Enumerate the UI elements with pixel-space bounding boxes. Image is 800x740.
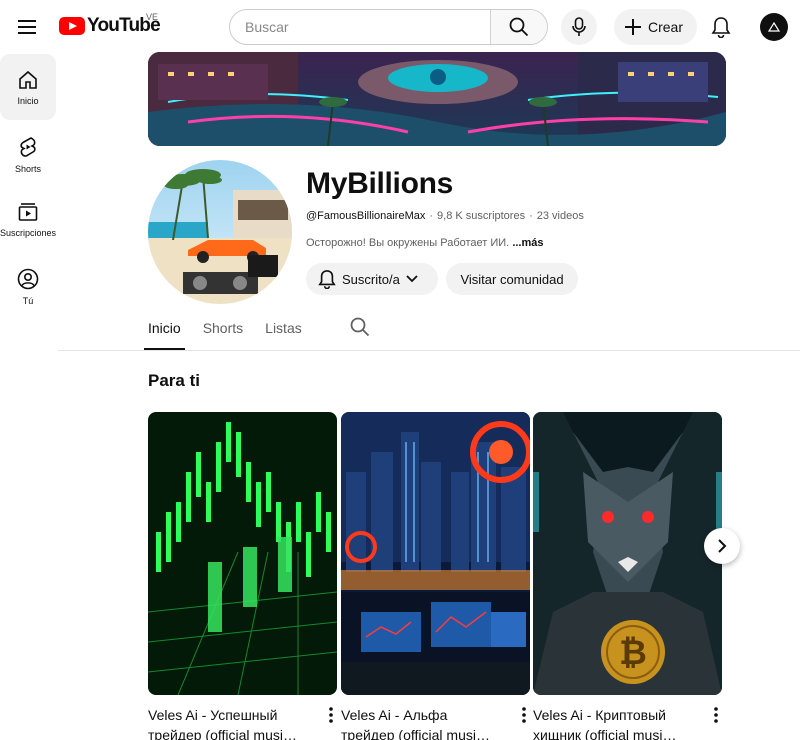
search-button[interactable] (490, 10, 547, 44)
carousel-next-button[interactable] (704, 528, 740, 564)
more-actions-button[interactable] (522, 707, 526, 728)
kebab-menu-icon (522, 707, 526, 723)
short-title[interactable]: Veles Ai - Криптовый хищник (official mu… (533, 705, 693, 740)
short-thumbnail[interactable]: ₿ (533, 412, 722, 695)
kebab-menu-icon (329, 707, 333, 723)
meta-separator: · (429, 210, 434, 222)
sidebar-item-tu[interactable]: Tú (0, 252, 56, 318)
masthead: YouTube VE Crear (0, 0, 800, 54)
channel-search-button[interactable] (350, 317, 370, 342)
avatar-icon (768, 22, 780, 32)
microphone-icon (572, 17, 586, 36)
short-card[interactable]: Veles Ai - Альфа трейдер (official musi… (341, 412, 530, 740)
channel-tabs: Inicio Shorts Listas (144, 312, 324, 350)
sidebar-item-label: Tú (22, 296, 34, 306)
create-label: Crear (648, 19, 684, 35)
subscribed-label: Suscrito/a (342, 271, 400, 287)
subscribed-button[interactable]: Suscrito/a (306, 263, 438, 295)
chevron-right-icon (718, 539, 727, 553)
subscriptions-icon (18, 203, 38, 221)
more-actions-button[interactable] (329, 707, 333, 728)
short-thumbnail-image (148, 412, 337, 695)
tab-inicio[interactable]: Inicio (144, 312, 185, 350)
sidebar-item-label: Shorts (14, 164, 41, 174)
channel-avatar-image (148, 160, 292, 304)
short-thumbnail-image (341, 412, 530, 695)
description-text: Осторожно! Вы окружены Работает ИИ. (306, 237, 510, 249)
search-input[interactable] (230, 10, 490, 44)
account-avatar[interactable] (760, 13, 788, 41)
bell-icon (318, 270, 336, 289)
sidebar-item-label: Suscripciones (0, 228, 57, 238)
shorts-icon (20, 137, 36, 157)
meta-separator: · (529, 210, 533, 222)
channel-metadata: @FamousBillionaireMax · 9,8 K suscriptor… (306, 210, 584, 222)
sidebar-item-suscripciones[interactable]: Suscripciones (0, 186, 56, 252)
kebab-menu-icon (714, 707, 718, 723)
short-card[interactable]: ₿ Veles Ai - Криптовый хищник (official … (533, 412, 722, 740)
notifications-button[interactable] (703, 9, 739, 45)
mini-guide: Inicio Shorts Suscripciones Tú (0, 54, 58, 318)
create-button[interactable]: Crear (614, 9, 697, 45)
channel-name: MyBillions (306, 167, 454, 200)
hamburger-icon (18, 20, 36, 34)
sidebar-item-shorts[interactable]: Shorts (0, 120, 56, 186)
you-icon (17, 268, 39, 290)
bell-icon (711, 17, 731, 38)
short-thumbnail-image: ₿ (533, 412, 722, 695)
short-thumbnail[interactable] (148, 412, 337, 695)
guide-menu-button[interactable] (9, 9, 45, 45)
short-thumbnail[interactable] (341, 412, 530, 695)
channel-description[interactable]: Осторожно! Вы окружены Работает ИИ. ...m… (306, 237, 544, 249)
search-box (229, 9, 548, 45)
tab-shorts[interactable]: Shorts (203, 312, 243, 350)
more-link[interactable]: ...más (512, 237, 543, 249)
sidebar-item-inicio[interactable]: Inicio (0, 54, 56, 120)
banner-image (148, 52, 726, 146)
channel-handle: @FamousBillionaireMax (306, 210, 426, 222)
channel-avatar[interactable] (148, 160, 292, 304)
tabs-divider (58, 350, 800, 351)
youtube-play-icon (59, 17, 85, 35)
short-title[interactable]: Veles Ai - Альфа трейдер (official musi… (341, 705, 501, 740)
short-title[interactable]: Veles Ai - Успешный трейдер (official mu… (148, 705, 308, 740)
search-icon (509, 17, 529, 37)
svg-text:₿: ₿ (619, 633, 647, 673)
more-actions-button[interactable] (714, 707, 718, 728)
section-title: Para ti (148, 371, 200, 390)
youtube-logo[interactable]: YouTube (59, 15, 161, 37)
tab-listas[interactable]: Listas (265, 312, 302, 350)
plus-icon (625, 19, 641, 35)
voice-search-button[interactable] (561, 9, 597, 45)
subscriber-count: 9,8 K suscriptores (437, 210, 526, 222)
home-icon (19, 70, 37, 89)
sidebar-item-label: Inicio (17, 96, 39, 106)
short-card[interactable]: Veles Ai - Успешный трейдер (official mu… (148, 412, 337, 740)
country-code: VE (146, 12, 159, 22)
visit-community-button[interactable]: Visitar comunidad (446, 263, 578, 295)
chevron-down-icon (406, 275, 418, 283)
video-count: 23 videos (536, 210, 584, 222)
channel-banner (148, 52, 726, 146)
search-icon (350, 317, 370, 337)
